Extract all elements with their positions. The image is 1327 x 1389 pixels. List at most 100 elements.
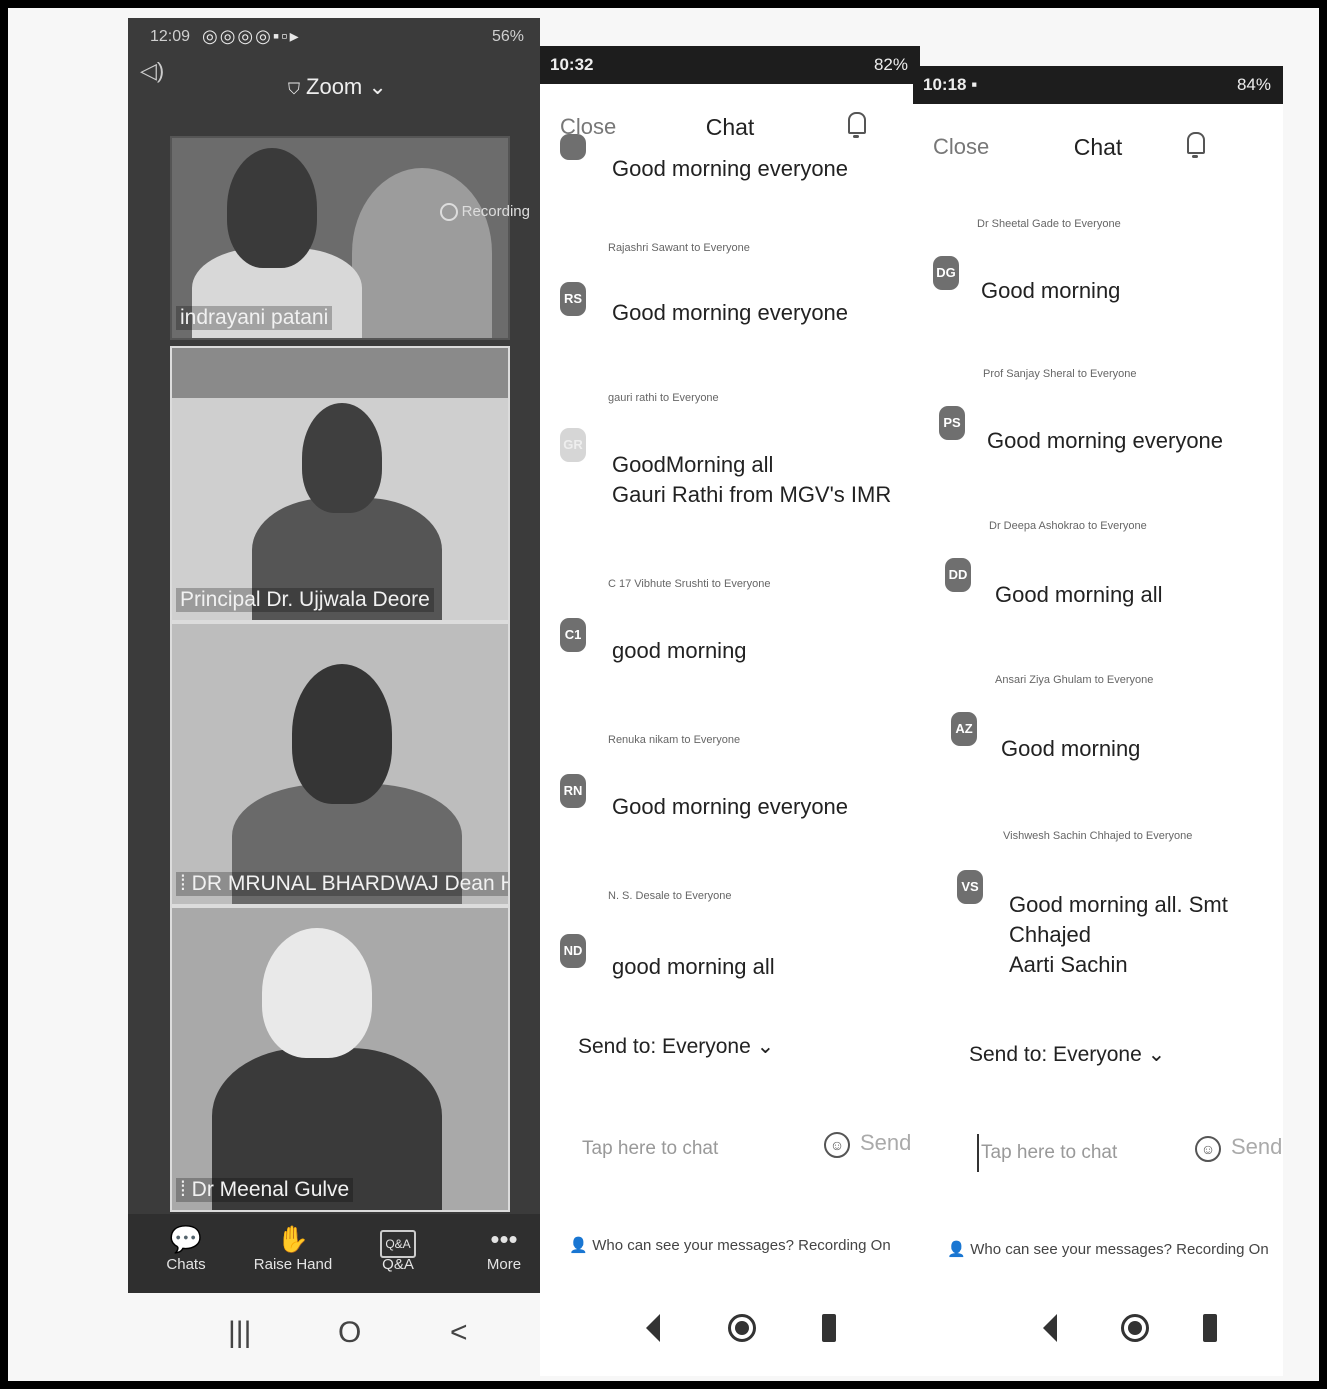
message-text: good morning all (612, 954, 775, 979)
who-can-see-link[interactable]: 👤 Who can see your messages? Recording O… (540, 1236, 920, 1254)
avatar: PS (939, 406, 965, 440)
send-to-selector[interactable]: Send to: Everyone ⌄ (969, 1042, 1165, 1067)
people-icon: 👤 (569, 1237, 589, 1254)
recent-apps-button[interactable] (1203, 1314, 1217, 1342)
back-button[interactable] (646, 1314, 660, 1342)
send-to-label: Send to: Everyone (578, 1035, 751, 1058)
emoji-icon[interactable]: ☺ (1195, 1136, 1221, 1162)
bell-icon[interactable] (848, 112, 866, 138)
home-button[interactable] (1121, 1314, 1149, 1342)
avatar: RN (560, 774, 586, 808)
speaker-icon[interactable]: ◁) (140, 58, 164, 84)
phone1-nav-bar: ||| O < (128, 1308, 540, 1368)
chat-input-row: ☺ Send (540, 1130, 920, 1170)
home-button[interactable]: O (338, 1316, 361, 1350)
back-button[interactable] (1043, 1314, 1057, 1342)
message-text: Good morning all. Smt Chhajed Aarti Sach… (1009, 892, 1228, 977)
message-text: Good morning all (995, 582, 1163, 607)
home-button[interactable] (728, 1314, 756, 1342)
chat-input[interactable] (580, 1130, 804, 1168)
chat-bubble-icon: 💬 (169, 1224, 203, 1254)
raise-hand-button[interactable]: ✋ Raise Hand (253, 1222, 333, 1273)
recording-label: Recording (461, 203, 530, 220)
battery-level: 82% (873, 55, 908, 74)
participant-name: indrayani patani (176, 306, 333, 330)
back-button[interactable]: < (450, 1316, 468, 1350)
mic-icon: ⁞ (180, 1178, 192, 1201)
sd-card-icon: ▪ (971, 75, 978, 94)
who-can-see-text: Who can see your messages? Recording On (592, 1237, 891, 1254)
raise-hand-label: Raise Hand (253, 1256, 333, 1273)
chevron-down-icon: ⌄ (1147, 1043, 1166, 1066)
message-sender: C 17 Vibhute Srushti to Everyone (608, 578, 771, 590)
chats-button[interactable]: 💬 Chats (146, 1222, 226, 1273)
message-text: Good morning everyone (612, 156, 849, 181)
recent-apps-button[interactable] (822, 1314, 836, 1342)
status-time: 12:09 (150, 28, 191, 45)
wall-frames (172, 348, 508, 398)
recent-apps-button[interactable]: ||| (228, 1316, 251, 1350)
chat-input[interactable] (977, 1134, 1173, 1172)
emoji-icon[interactable]: ☺ (824, 1132, 850, 1158)
qa-label: Q&A (382, 1256, 414, 1273)
participant-name: ⁞ DR MRUNAL BHARDWAJ Dean Hum... (176, 872, 508, 896)
more-button[interactable]: ••• More (464, 1222, 544, 1273)
bell-icon[interactable] (1187, 132, 1205, 158)
avatar: DG (933, 256, 959, 290)
send-button[interactable]: Send (1231, 1134, 1282, 1160)
avatar: DD (945, 558, 971, 592)
message-sender: Prof Sanjay Sheral to Everyone (983, 368, 1137, 380)
message-sender: Dr Sheetal Gade to Everyone (977, 218, 1121, 230)
message-text: GoodMorning all Gauri Rathi from MGV's I… (612, 452, 892, 507)
avatar (560, 134, 586, 160)
more-label: More (486, 1256, 522, 1273)
status-icons: ◎◎◎◎▪▫▸ (202, 26, 301, 46)
who-can-see-text: Who can see your messages? Recording On (970, 1241, 1269, 1258)
meeting-toolbar: 💬 Chats ✋ Raise Hand Q&A Q&A ••• More (128, 1214, 540, 1293)
meeting-title-label: Zoom (306, 74, 363, 99)
message-sender: Ansari Ziya Ghulam to Everyone (995, 674, 1154, 686)
qa-icon: Q&A (358, 1222, 438, 1258)
message-sender: Rajashri Sawant to Everyone (608, 242, 750, 254)
background-figure (352, 168, 492, 338)
message-text: Good morning (981, 278, 1121, 303)
chat-header: Close Chat (540, 84, 920, 144)
status-time: 10:32 (550, 55, 594, 74)
status-time-text: 10:18 (923, 75, 967, 94)
chat-screen-right: 10:18 ▪ 84% Close Chat Dr Sheetal Gade t… (913, 66, 1283, 1376)
video-tile[interactable]: ⁞ Dr Meenal Gulve (170, 906, 510, 1212)
participant-name-text: DR MRUNAL BHARDWAJ Dean Hum... (191, 872, 508, 895)
message-text: Good morning everyone (612, 794, 849, 819)
chat-input-row: ☺ Send (913, 1134, 1283, 1174)
participant-face-mask (262, 928, 372, 1058)
participant-name: ⁞ Dr Meenal Gulve (176, 1178, 354, 1202)
video-tile[interactable]: ⁞ DR MRUNAL BHARDWAJ Dean Hum... (170, 622, 510, 906)
message-sender: N. S. Desale to Everyone (608, 890, 732, 902)
people-icon: 👤 (947, 1241, 967, 1258)
chevron-down-icon: ⌄ (756, 1035, 775, 1058)
nav-bar (913, 1310, 1283, 1360)
status-bar: 12:09 ◎◎◎◎▪▫▸ 56% (128, 18, 540, 60)
chevron-down-icon: ⌄ (368, 74, 387, 99)
ellipsis-icon: ••• (490, 1224, 518, 1254)
send-to-label: Send to: Everyone (969, 1043, 1142, 1066)
avatar: C1 (560, 618, 586, 652)
message-text: good morning (612, 638, 747, 663)
send-to-selector[interactable]: Send to: Everyone ⌄ (578, 1034, 774, 1059)
qa-button[interactable]: Q&A Q&A (358, 1222, 438, 1273)
avatar: ND (560, 934, 586, 968)
zoom-meeting-screen: 12:09 ◎◎◎◎▪▫▸ 56% ◁) ⛉ Zoom ⌄ indrayani p… (128, 18, 540, 1293)
message-sender: Vishwesh Sachin Chhajed to Everyone (1003, 830, 1193, 842)
meeting-title[interactable]: ⛉ Zoom ⌄ (288, 74, 387, 100)
message-text: Good morning everyone (612, 300, 849, 325)
who-can-see-link[interactable]: 👤 Who can see your messages? Recording O… (923, 1240, 1293, 1258)
avatar: AZ (951, 712, 977, 746)
video-tile[interactable]: Principal Dr. Ujjwala Deore (170, 346, 510, 622)
battery-level: 84% (1236, 75, 1271, 94)
message-text: Good morning (1001, 736, 1141, 761)
send-button[interactable]: Send (860, 1130, 911, 1156)
recording-indicator: Recording (439, 203, 530, 222)
message-sender: gauri rathi to Everyone (608, 392, 719, 404)
participant-face (302, 403, 382, 513)
video-tile[interactable]: indrayani patani (170, 136, 510, 340)
